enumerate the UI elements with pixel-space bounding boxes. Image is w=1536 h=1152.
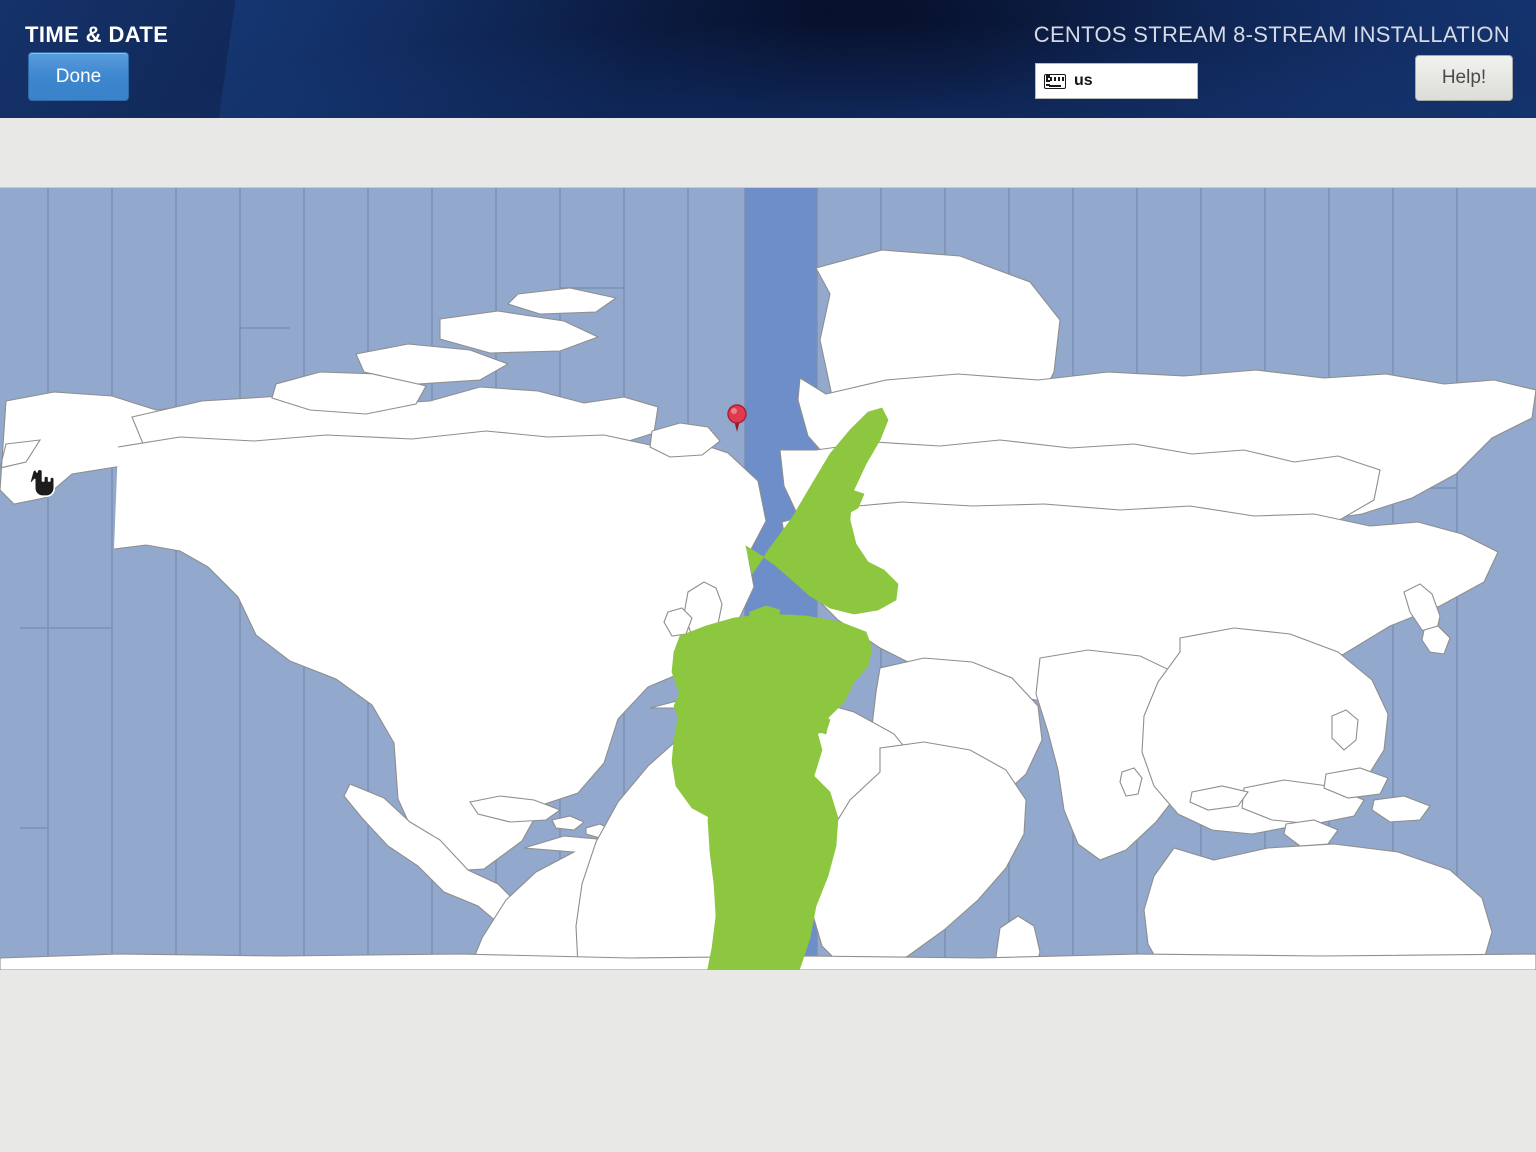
help-button[interactable]: Help!	[1415, 55, 1513, 101]
keyboard-layout-label: us	[1074, 72, 1093, 89]
installer-header: TIME & DATE CENTOS STREAM 8-STREAM INSTA…	[0, 0, 1536, 118]
done-button[interactable]: Done	[28, 52, 129, 101]
time-controls-bar: 09:46 24-hour AM/PM 04 / 13 / 2022	[0, 970, 1536, 1152]
keyboard-layout-indicator[interactable]: us	[1035, 63, 1198, 99]
page-title: TIME & DATE	[25, 22, 169, 47]
time-date-screen: TIME & DATE CENTOS STREAM 8-STREAM INSTA…	[0, 0, 1536, 1152]
timezone-toolbar: Region: Europe City: Amsterdam Network T…	[0, 118, 1536, 294]
product-title: CENTOS STREAM 8-STREAM INSTALLATION	[1033, 22, 1510, 47]
timezone-map[interactable]: .land { fill:#ffffff; stroke:#8e8e8e; st…	[0, 188, 1536, 970]
keyboard-icon	[1044, 73, 1066, 89]
